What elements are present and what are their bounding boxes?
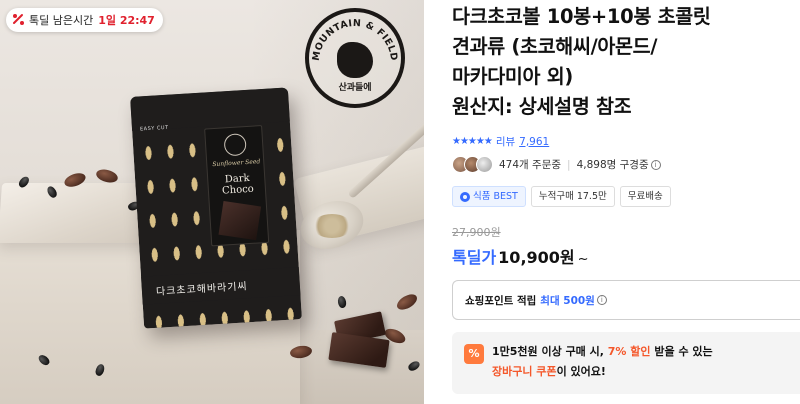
promo-message: 1만5천원 이상 구매 시, 7% 할인 받을 수 있는 장바구니 쿠폰이 있어… — [492, 342, 713, 384]
promo-text: 이 있어요! — [556, 365, 606, 378]
promo-coupon-highlight: 장바구니 쿠폰 — [492, 365, 557, 378]
sale-price-value: 10,900원 — [498, 248, 575, 267]
info-icon[interactable]: i — [650, 159, 661, 170]
points-value: 최대 500원 — [540, 294, 595, 307]
original-price: 27,900원 — [452, 226, 501, 239]
deal-timer-badge: 톡딜 남은시간 1일 22:47 — [6, 8, 163, 32]
deal-timer-value: 1일 22:47 — [98, 14, 155, 27]
percent-tag-icon — [12, 13, 26, 27]
product-image[interactable]: EASY CUT Sunflower Seed Dark Choco 다크초코해… — [0, 0, 424, 404]
product-info: 다크초코볼 10봉+10봉 초콜릿 견과류 (초코해씨/아몬드/ 마카다미아 외… — [452, 0, 800, 404]
cart-coupon-promo[interactable]: % 1만5천원 이상 구매 시, 7% 할인 받을 수 있는 장바구니 쿠폰이 … — [452, 332, 800, 394]
badge-cumulative-purchases: 누적구매 17.5만 — [530, 186, 615, 207]
star-rating-icon: ★★★★★ — [452, 136, 493, 147]
product-title-line: 원산지: 상세설명 참조 — [452, 95, 632, 118]
deal-timer-label: 톡딜 남은시간 — [29, 14, 94, 27]
review-count-link[interactable]: 7,961 — [519, 136, 549, 148]
package-easy-cut: EASY CUT — [139, 124, 169, 133]
badge-label: 식품 BEST — [473, 191, 518, 202]
activity-stats: 474개 주문중 | 4,898명 구경중 i — [452, 156, 661, 173]
promo-discount-highlight: 7% 할인 — [607, 345, 651, 358]
info-icon[interactable]: i — [596, 295, 607, 305]
rating-row[interactable]: ★★★★★ 리뷰 7,961 — [452, 134, 549, 149]
product-title-line: 다크초코볼 10봉+10봉 초콜릿 — [452, 5, 711, 28]
viewers-count: 4,898명 구경중 — [576, 159, 649, 171]
avatar — [476, 156, 493, 173]
package-product-name: Dark Choco — [210, 172, 265, 197]
badge-food-best[interactable]: 식품 BEST — [452, 186, 526, 207]
product-package: EASY CUT Sunflower Seed Dark Choco 다크초코해… — [130, 87, 302, 329]
package-emblem-icon — [223, 133, 247, 157]
review-label[interactable]: 리뷰 — [496, 134, 515, 149]
orders-count: 474개 주문중 — [499, 159, 562, 171]
badge-list: 식품 BEST 누적구매 17.5만 무료배송 — [452, 186, 671, 207]
seed-heap — [312, 214, 352, 238]
badge-label: 무료배송 — [627, 191, 663, 202]
product-title: 다크초코볼 10봉+10봉 초콜릿 견과류 (초코해씨/아몬드/ 마카다미아 외… — [452, 2, 800, 122]
product-title-line: 마카다미아 외) — [452, 65, 573, 88]
buyer-avatars — [452, 156, 493, 173]
brand-logo-korean: 산과들에 — [338, 83, 372, 93]
sale-price-label: 톡딜가 — [452, 248, 497, 267]
package-script-text: Sunflower Seed — [212, 158, 261, 169]
promo-text: 받을 수 있는 — [654, 345, 713, 358]
discount-icon: % — [464, 344, 484, 364]
package-chocolate-illustration — [218, 200, 262, 241]
promo-line: 1만5천원 이상 구매 시, 7% 할인 받을 수 있는 — [492, 342, 713, 362]
promo-line: 장바구니 쿠폰이 있어요! — [492, 362, 713, 382]
brand-logo: MOUNTAIN & FIELD 산과들에 — [305, 8, 405, 108]
price-range-icon: ~ — [577, 252, 589, 267]
shopping-points-box[interactable]: 쇼핑포인트 적립 최대 500원 i — [452, 280, 800, 320]
squirrel-icon — [337, 42, 373, 78]
badge-label: 누적구매 17.5만 — [538, 191, 607, 202]
badge-free-shipping: 무료배송 — [619, 186, 671, 207]
stats-divider: | — [567, 158, 571, 171]
package-name-line: Choco — [221, 183, 255, 197]
points-label: 쇼핑포인트 적립 — [465, 294, 537, 307]
sale-price-row[interactable]: 톡딜가 10,900원 ~ — [452, 244, 589, 268]
best-badge-icon — [460, 191, 470, 202]
product-title-line: 견과류 (초코해씨/아몬드/ — [452, 35, 658, 58]
package-label: Sunflower Seed Dark Choco — [204, 125, 270, 247]
promo-text: 1만5천원 이상 구매 시, — [492, 345, 604, 358]
